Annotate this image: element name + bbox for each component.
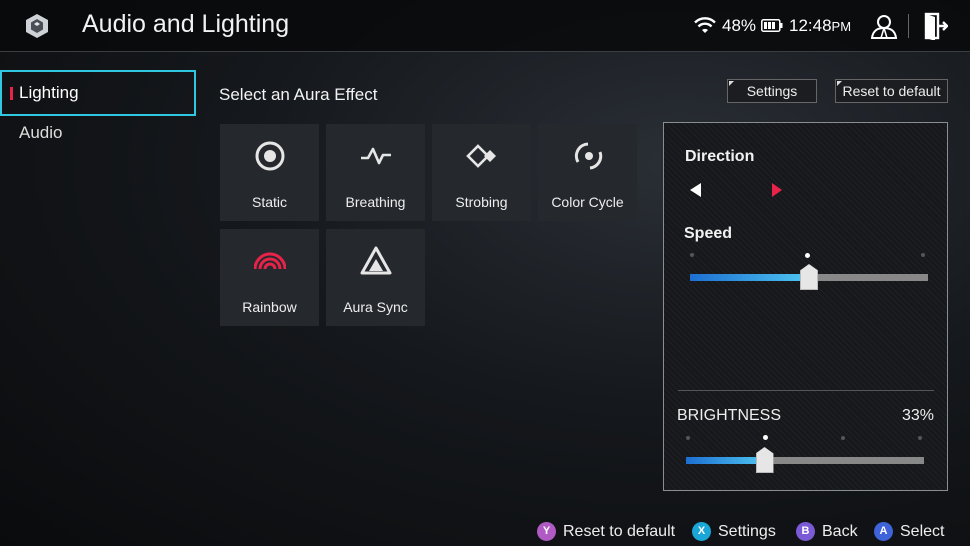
header-bar: Audio and Lighting 48% 12:48PM <box>0 0 970 52</box>
strobing-icon <box>466 144 496 168</box>
color-cycle-icon <box>574 142 603 170</box>
section-title: Select an Aura Effect <box>219 85 378 104</box>
effect-label: Color Cycle <box>551 194 624 210</box>
effect-label: Strobing <box>455 194 508 210</box>
hint-select[interactable]: A Select <box>874 522 944 541</box>
static-icon <box>255 141 285 171</box>
settings-button[interactable]: Settings <box>727 79 817 103</box>
brightness-slider-fill <box>686 457 765 464</box>
effect-static[interactable]: Static <box>220 124 319 221</box>
effect-breathing[interactable]: Breathing <box>326 124 425 221</box>
clock-ampm: PM <box>831 19 852 34</box>
exit-icon[interactable] <box>922 12 948 40</box>
brightness-tick <box>841 436 845 440</box>
wifi-icon <box>694 17 716 33</box>
rainbow-icon <box>254 252 286 270</box>
direction-right-arrow-icon[interactable] <box>772 183 782 197</box>
effect-settings-panel: Direction Speed BRIGHTNESS 33% <box>663 122 948 491</box>
hint-label: Settings <box>718 522 776 540</box>
sidebar-item-label: Lighting <box>19 83 79 102</box>
hint-back[interactable]: B Back <box>796 522 858 541</box>
speed-tick <box>690 253 694 257</box>
x-button-icon: X <box>692 522 711 541</box>
effect-color-cycle[interactable]: Color Cycle <box>538 124 637 221</box>
battery-icon <box>761 19 783 32</box>
sidebar-item-label: Audio <box>19 123 63 142</box>
brightness-slider[interactable] <box>686 457 924 464</box>
clock: 12:48PM <box>789 16 851 36</box>
speed-slider-handle[interactable] <box>800 264 818 290</box>
direction-left-arrow-icon[interactable] <box>690 183 701 197</box>
header-divider <box>908 14 909 38</box>
battery-percent: 48% <box>722 16 757 35</box>
breathing-icon <box>361 147 391 165</box>
clock-time: 12:48 <box>789 16 832 35</box>
hint-label: Back <box>822 522 858 540</box>
panel-divider <box>678 390 934 391</box>
page-title: Audio and Lighting <box>82 10 290 38</box>
effect-strobing[interactable]: Strobing <box>432 124 531 221</box>
hint-label: Select <box>900 522 945 540</box>
speed-tick <box>921 253 925 257</box>
effect-label: Static <box>251 194 287 210</box>
hint-label: Reset to default <box>563 522 676 540</box>
speed-slider-fill <box>690 274 809 281</box>
b-button-icon: B <box>796 522 815 541</box>
effect-label: Aura Sync <box>343 299 408 315</box>
armoury-crate-icon[interactable] <box>24 13 50 39</box>
effect-rainbow[interactable]: Rainbow <box>220 229 319 326</box>
effect-label: Breathing <box>345 194 406 210</box>
hint-reset-to-default[interactable]: Y Reset to default <box>537 522 675 541</box>
brightness-slider-handle[interactable] <box>755 447 774 473</box>
brightness-tick <box>918 436 922 440</box>
effect-aura-sync[interactable]: Aura Sync <box>326 229 425 326</box>
speed-label: Speed <box>684 225 733 242</box>
effect-label: Rainbow <box>242 299 297 315</box>
a-button-icon: A <box>874 522 893 541</box>
hint-settings[interactable]: X Settings <box>692 522 776 541</box>
brightness-tick <box>686 436 690 440</box>
speed-tick-active <box>805 253 810 258</box>
brightness-label: BRIGHTNESS <box>677 407 782 424</box>
sidebar-item-audio[interactable]: Audio <box>0 110 196 156</box>
brightness-value: 33% <box>901 407 934 424</box>
direction-label: Direction <box>685 148 755 165</box>
brightness-tick-active <box>763 435 768 440</box>
aura-sync-icon <box>360 246 392 275</box>
y-button-icon: Y <box>537 522 556 541</box>
user-profile-icon[interactable] <box>870 12 898 40</box>
reset-to-default-button[interactable]: Reset to default <box>835 79 948 103</box>
